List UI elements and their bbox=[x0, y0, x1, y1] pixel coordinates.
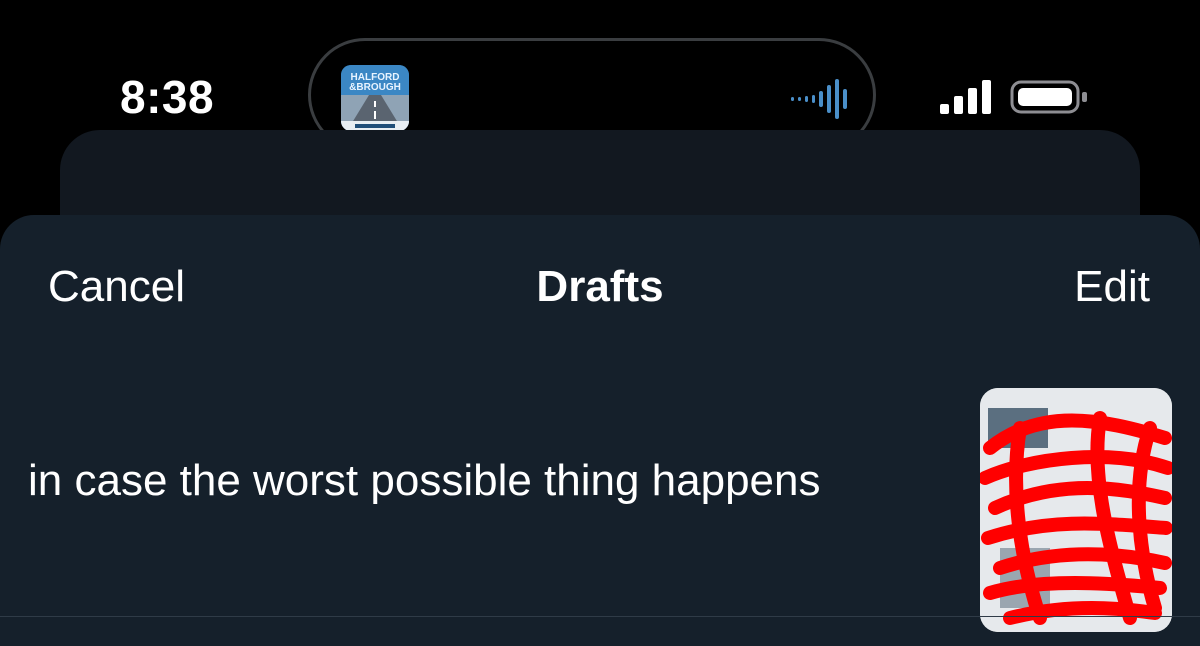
status-time: 8:38 bbox=[120, 71, 215, 123]
cellular-signal-icon bbox=[940, 80, 991, 114]
status-bar: 8:38 HALFORD &BROUGH bbox=[0, 0, 1200, 152]
podcast-artwork[interactable]: HALFORD &BROUGH bbox=[341, 65, 409, 131]
draft-image-thumbnail[interactable] bbox=[980, 388, 1172, 632]
divider bbox=[0, 616, 1200, 617]
battery-icon bbox=[1010, 80, 1087, 114]
waveform-icon bbox=[791, 79, 847, 119]
draft-list-item[interactable]: in case the worst possible thing happens bbox=[0, 340, 1200, 632]
redacted-image bbox=[980, 388, 1172, 632]
artwork-text-line2: &BROUGH bbox=[349, 82, 401, 93]
draft-text: in case the worst possible thing happens bbox=[28, 456, 821, 505]
cancel-button[interactable]: Cancel bbox=[48, 262, 185, 312]
edit-button[interactable]: Edit bbox=[1074, 262, 1150, 312]
